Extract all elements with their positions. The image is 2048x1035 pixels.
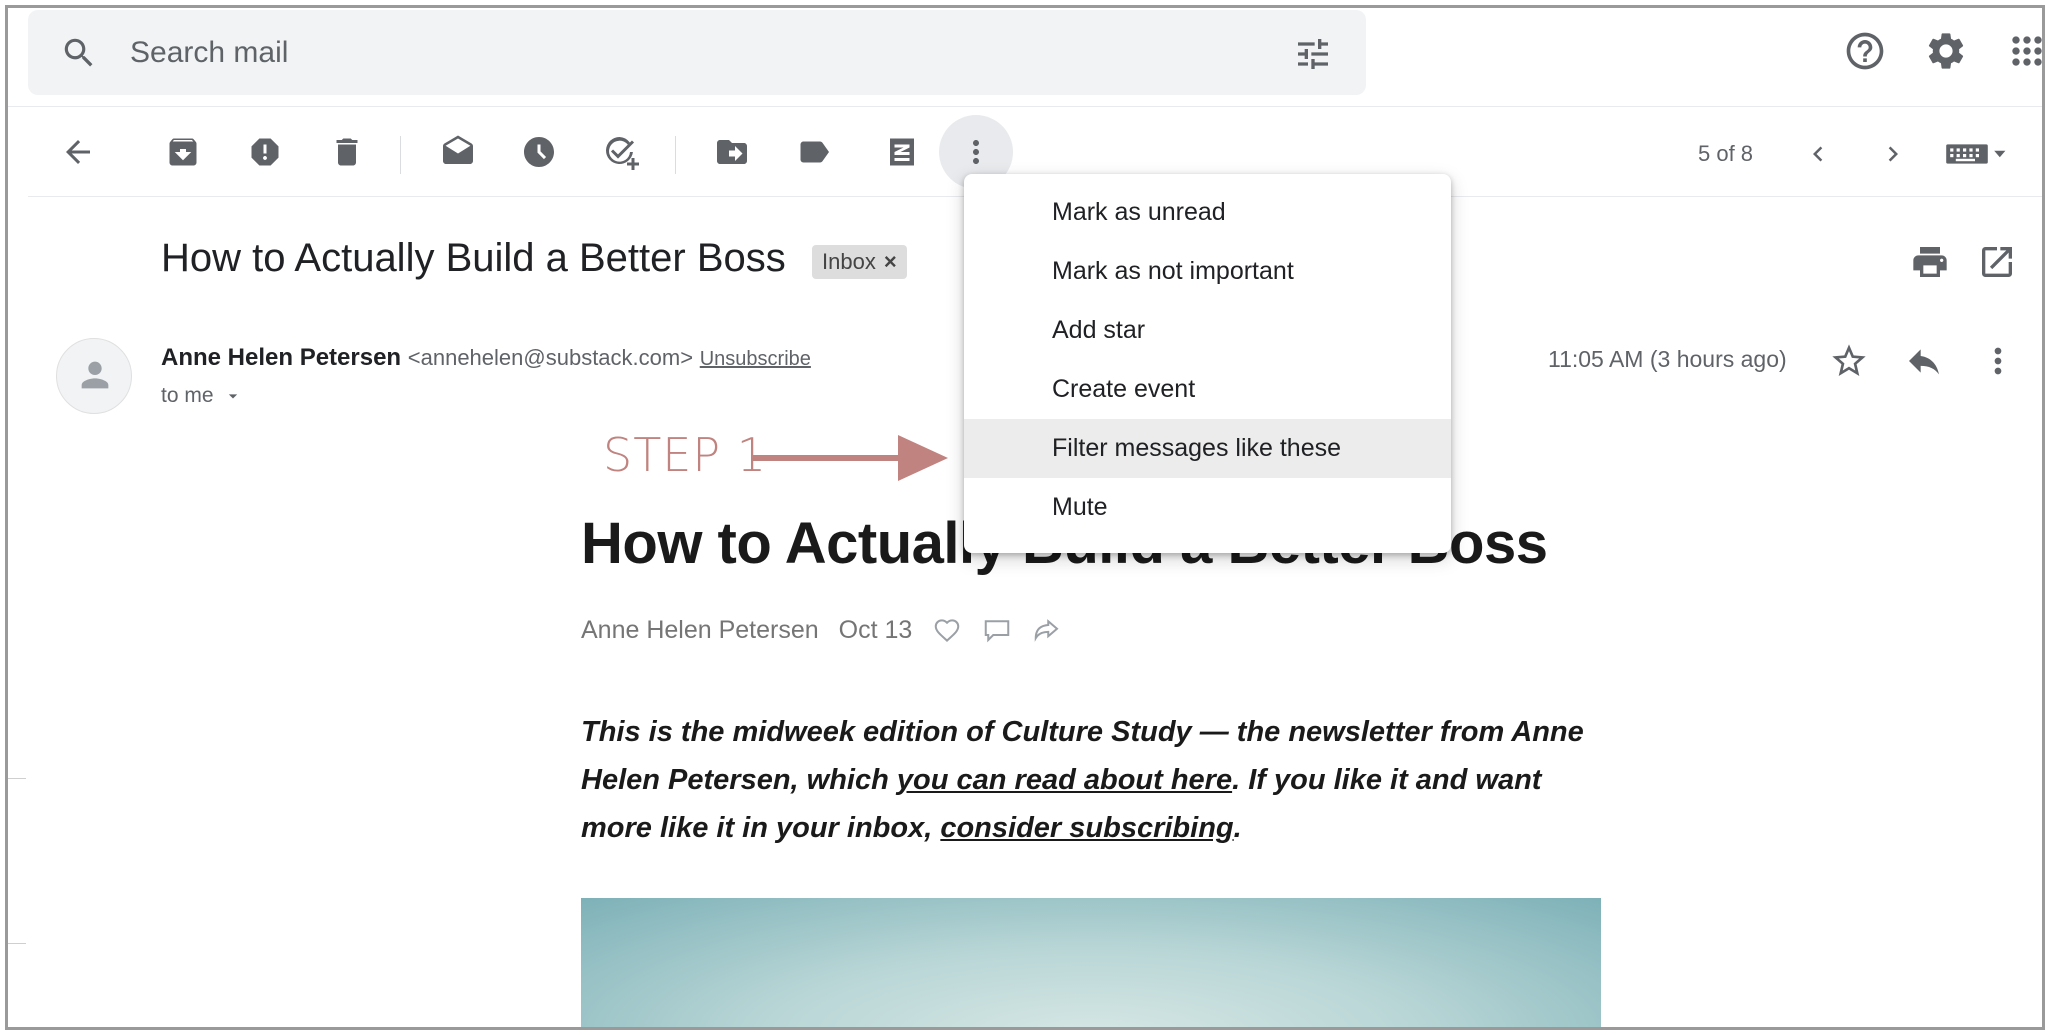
settings-gear-icon[interactable] xyxy=(1924,29,1968,73)
header-divider xyxy=(8,106,2042,107)
comment-icon[interactable] xyxy=(982,615,1012,645)
search-input[interactable] xyxy=(130,28,1130,78)
left-edge-mark xyxy=(8,943,26,944)
snooze-clock-icon[interactable] xyxy=(521,134,557,170)
print-icon[interactable] xyxy=(1910,242,1950,282)
inbox-label-chip[interactable]: Inbox × xyxy=(812,245,907,279)
help-icon[interactable] xyxy=(1843,29,1887,73)
sender-avatar xyxy=(56,338,132,414)
search-icon[interactable] xyxy=(60,34,98,72)
move-to-icon[interactable] xyxy=(714,134,750,170)
label-icon[interactable] xyxy=(796,134,832,170)
post-date: Oct 13 xyxy=(838,615,913,644)
person-icon xyxy=(81,361,109,389)
archive-icon[interactable] xyxy=(165,134,201,170)
report-spam-icon[interactable] xyxy=(247,134,283,170)
star-icon[interactable] xyxy=(1829,341,1869,381)
recipient-text: to me xyxy=(161,384,214,407)
menu-item-create-event[interactable]: Create event xyxy=(964,360,1451,419)
more-options-menu: Mark as unread Mark as not important Add… xyxy=(964,174,1451,553)
email-timestamp: 11:05 AM (3 hours ago) xyxy=(1548,346,1787,372)
menu-item-filter-messages[interactable]: Filter messages like these xyxy=(964,419,1451,478)
email-subject: How to Actually Build a Better Boss xyxy=(161,236,786,280)
unsubscribe-link[interactable]: Unsubscribe xyxy=(700,348,811,370)
toolbar-separator xyxy=(400,136,401,174)
newsletter-hero-image xyxy=(581,898,1601,1027)
remove-label-icon[interactable]: × xyxy=(884,249,897,274)
read-about-link[interactable]: you can read about here xyxy=(897,764,1232,796)
menu-item-mute[interactable]: Mute xyxy=(964,478,1451,537)
recipient-line[interactable]: to me xyxy=(161,384,243,408)
heart-like-icon[interactable] xyxy=(932,615,962,645)
app-frame: 5 of 8 How to Actually Build a Better Bo… xyxy=(5,5,2045,1030)
add-to-tasks-icon[interactable] xyxy=(603,134,639,170)
reply-icon[interactable] xyxy=(1904,341,1944,381)
sender-name[interactable]: Anne Helen Petersen xyxy=(161,344,401,371)
intro-text-3: . xyxy=(1233,812,1242,844)
message-more-vert-icon[interactable] xyxy=(1978,341,2018,381)
toolbar-separator xyxy=(675,136,676,174)
share-icon[interactable] xyxy=(1032,615,1062,645)
add-to-app-icon[interactable] xyxy=(884,134,920,170)
post-meta: Anne Helen Petersen Oct 13 xyxy=(581,615,1062,645)
newsletter-intro: This is the midweek edition of Culture S… xyxy=(581,708,1611,852)
subscribe-link[interactable]: consider subscribing xyxy=(940,812,1233,844)
next-chevron-icon[interactable] xyxy=(1878,139,1908,169)
input-tools-keyboard-icon[interactable] xyxy=(1943,136,2007,172)
menu-item-add-star[interactable]: Add star xyxy=(964,301,1451,360)
apps-grid-icon[interactable] xyxy=(2005,29,2045,73)
menu-item-mark-unread[interactable]: Mark as unread xyxy=(964,183,1451,242)
inbox-label-text: Inbox xyxy=(822,249,876,274)
sender-line: Anne Helen Petersen <annehelen@substack.… xyxy=(161,344,811,372)
post-author[interactable]: Anne Helen Petersen xyxy=(581,616,819,645)
left-edge-mark xyxy=(8,778,26,779)
menu-item-mark-not-important[interactable]: Mark as not important xyxy=(964,242,1451,301)
step-annotation-label: STEP 1 xyxy=(603,428,767,482)
back-arrow-icon[interactable] xyxy=(60,134,96,170)
delete-icon[interactable] xyxy=(329,134,365,170)
pagination-count: 5 of 8 xyxy=(1698,141,1754,166)
search-bar xyxy=(28,10,1366,95)
open-new-window-icon[interactable] xyxy=(1977,242,2017,282)
mark-unread-icon[interactable] xyxy=(440,134,476,170)
sender-email: <annehelen@substack.com> xyxy=(407,345,694,370)
previous-chevron-icon[interactable] xyxy=(1803,139,1833,169)
more-vert-icon[interactable] xyxy=(958,134,994,170)
search-options-icon[interactable] xyxy=(1293,34,1333,74)
dropdown-arrow-icon[interactable] xyxy=(223,386,243,406)
step-arrow-icon xyxy=(753,435,948,481)
